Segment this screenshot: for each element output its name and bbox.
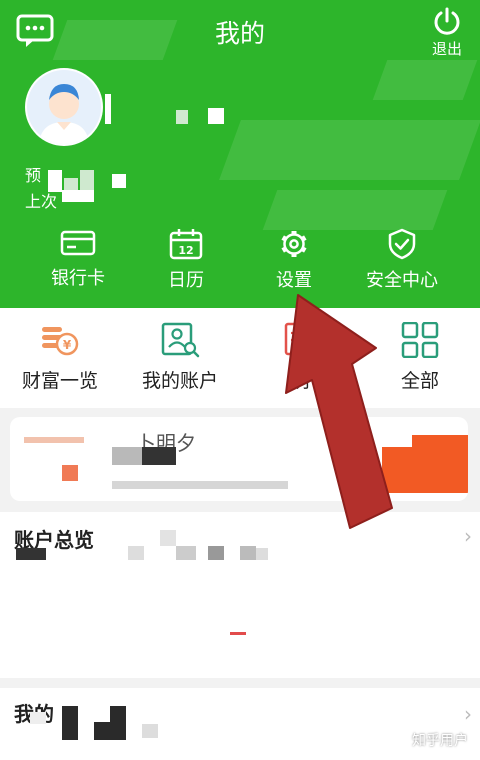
watermark: 知乎用户 xyxy=(412,733,468,749)
annotation-arrow xyxy=(285,294,393,529)
arrow-shape xyxy=(285,294,393,529)
